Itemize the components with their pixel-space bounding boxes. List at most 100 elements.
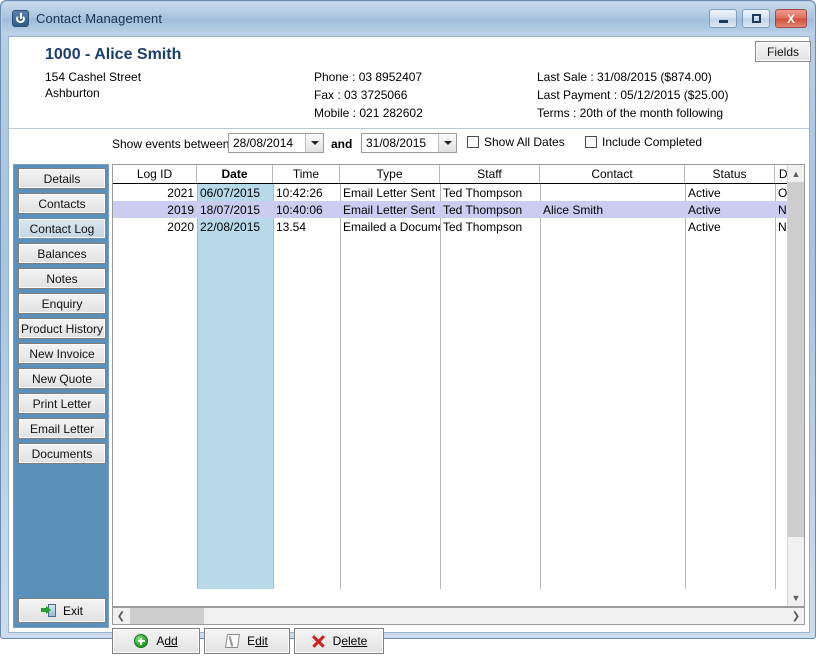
cell-time[interactable]: 13.54 <box>273 218 340 235</box>
cell-log_id[interactable]: 2020 <box>113 218 197 235</box>
cell-status[interactable]: Active <box>685 184 775 201</box>
client-area: 1000 - Alice Smith 154 Cashel Street Ash… <box>8 36 810 633</box>
horizontal-scroll-thumb[interactable] <box>130 608 204 624</box>
last-sale-line: Last Sale : 31/08/2015 ($874.00) <box>537 70 728 84</box>
terms-line: Terms : 20th of the month following <box>537 106 728 120</box>
sidebar-item-new-invoice[interactable]: New Invoice <box>18 343 106 364</box>
cell-status[interactable]: Active <box>685 218 775 235</box>
sidebar-item-contact-log[interactable]: Contact Log <box>18 218 106 239</box>
cell-log_id[interactable]: 2019 <box>113 201 197 218</box>
sidebar-item-enquiry[interactable]: Enquiry <box>18 293 106 314</box>
minimize-icon <box>710 10 736 27</box>
page-title: 1000 - Alice Smith <box>45 46 181 64</box>
address-line-1: 154 Cashel Street <box>45 70 141 84</box>
sidebar-item-label: Email Letter <box>30 422 94 436</box>
cell-staff[interactable]: Ted Thompson <box>440 218 540 235</box>
cell-type[interactable]: Email Letter Sent <box>340 201 440 218</box>
fields-button[interactable]: Fields <box>755 41 811 62</box>
show-all-dates-label: Show All Dates <box>484 135 565 149</box>
column-header-type[interactable]: Type <box>340 165 440 183</box>
checkbox-box <box>585 136 597 148</box>
cell-staff[interactable]: Ted Thompson <box>440 184 540 201</box>
scroll-left-icon[interactable]: ❮ <box>113 608 129 624</box>
date-to-value: 31/08/2015 <box>366 136 426 150</box>
cell-status[interactable]: Active <box>685 201 775 218</box>
cell-staff[interactable]: Ted Thompson <box>440 201 540 218</box>
column-header-staff[interactable]: Staff <box>440 165 540 183</box>
grid-column-divider <box>775 184 776 589</box>
grid-column-divider <box>540 184 541 589</box>
sidebar-item-email-letter[interactable]: Email Letter <box>18 418 106 439</box>
scroll-right-icon[interactable]: ❯ <box>788 608 804 624</box>
sidebar-item-product-history[interactable]: Product History <box>18 318 106 339</box>
include-completed-checkbox[interactable]: Include Completed <box>585 135 702 149</box>
table-row[interactable]: 201918/07/201510:40:06Email Letter SentT… <box>113 201 804 218</box>
cell-contact[interactable] <box>540 184 685 201</box>
window-bottom-edge <box>2 632 814 637</box>
show-events-between-label: Show events between <box>112 137 229 151</box>
sidebar-item-label: New Quote <box>32 372 92 386</box>
sidebar-item-documents[interactable]: Documents <box>18 443 106 464</box>
sidebar-item-label: Notes <box>46 272 77 286</box>
customer-header-panel: 1000 - Alice Smith 154 Cashel Street Ash… <box>9 37 809 129</box>
chevron-down-icon[interactable] <box>438 134 456 152</box>
sidebar-item-notes[interactable]: Notes <box>18 268 106 289</box>
address-line-2: Ashburton <box>45 86 100 100</box>
cell-time[interactable]: 10:42:26 <box>273 184 340 201</box>
window-title: Contact Management <box>36 11 162 26</box>
scroll-up-icon[interactable]: ▲ <box>788 165 804 182</box>
sidebar-item-details[interactable]: Details <box>18 168 106 189</box>
column-header-date[interactable]: Date <box>197 165 273 183</box>
cell-contact[interactable] <box>540 218 685 235</box>
close-button[interactable]: X <box>775 9 807 28</box>
grid-body[interactable]: 202106/07/201510:42:26Email Letter SentT… <box>113 184 804 589</box>
table-row[interactable]: 202106/07/201510:42:26Email Letter SentT… <box>113 184 804 201</box>
cell-log_id[interactable]: 2021 <box>113 184 197 201</box>
maximize-icon <box>743 10 769 27</box>
minimize-button[interactable] <box>709 9 737 28</box>
grid-horizontal-scrollbar[interactable]: ❮ ❯ <box>112 607 805 625</box>
cell-date[interactable]: 22/08/2015 <box>197 218 273 235</box>
sidebar-item-label: Balances <box>37 247 86 261</box>
column-header-contact[interactable]: Contact <box>540 165 685 183</box>
power-icon <box>12 10 29 27</box>
cell-contact[interactable]: Alice Smith <box>540 201 685 218</box>
contact-log-grid[interactable]: Log IDDateTimeTypeStaffContactStatusDes … <box>112 164 805 607</box>
scroll-down-icon[interactable]: ▼ <box>788 589 804 606</box>
cell-date[interactable]: 18/07/2015 <box>197 201 273 218</box>
column-header-log_id[interactable]: Log ID <box>113 165 197 183</box>
and-label: and <box>331 137 352 151</box>
date-from-combobox[interactable]: 28/08/2014 <box>228 133 324 153</box>
grid-column-divider <box>685 184 686 589</box>
sidebar-item-contacts[interactable]: Contacts <box>18 193 106 214</box>
cell-date[interactable]: 06/07/2015 <box>197 184 273 201</box>
account-info-block: Last Sale : 31/08/2015 ($874.00) Last Pa… <box>537 70 728 124</box>
sidebar-item-new-quote[interactable]: New Quote <box>18 368 106 389</box>
column-header-status[interactable]: Status <box>685 165 775 183</box>
cell-type[interactable]: Emailed a Document <box>340 218 440 235</box>
grid-column-divider <box>340 184 341 589</box>
cell-type[interactable]: Email Letter Sent <box>340 184 440 201</box>
contact-info-block: Phone : 03 8952407 Fax : 03 3725066 Mobi… <box>314 70 423 124</box>
sidebar-item-label: Print Letter <box>33 397 92 411</box>
maximize-button[interactable] <box>742 9 770 28</box>
exit-door-icon <box>41 604 56 617</box>
exit-button[interactable]: Exit <box>18 598 106 623</box>
column-header-time[interactable]: Time <box>273 165 340 183</box>
application-window: Contact Management X 1000 - Alice Smith … <box>0 0 816 639</box>
sidebar-item-balances[interactable]: Balances <box>18 243 106 264</box>
exit-button-label: Exit <box>63 604 83 618</box>
grid-header-row[interactable]: Log IDDateTimeTypeStaffContactStatusDes <box>113 165 804 184</box>
last-payment-line: Last Payment : 05/12/2015 ($25.00) <box>537 88 728 102</box>
vertical-scroll-thumb[interactable] <box>788 182 804 537</box>
close-icon: X <box>776 10 806 27</box>
grid-vertical-scrollbar[interactable]: ▲ ▼ <box>787 165 804 606</box>
sidebar-item-print-letter[interactable]: Print Letter <box>18 393 106 414</box>
chevron-down-icon[interactable] <box>305 134 323 152</box>
table-row[interactable]: 202022/08/201513.54Emailed a DocumentTed… <box>113 218 804 235</box>
show-all-dates-checkbox[interactable]: Show All Dates <box>467 135 565 149</box>
date-to-combobox[interactable]: 31/08/2015 <box>361 133 457 153</box>
sidebar-item-label: Details <box>44 172 81 186</box>
date-filter-bar: Show events between 28/08/2014 and 31/08… <box>9 129 809 159</box>
cell-time[interactable]: 10:40:06 <box>273 201 340 218</box>
